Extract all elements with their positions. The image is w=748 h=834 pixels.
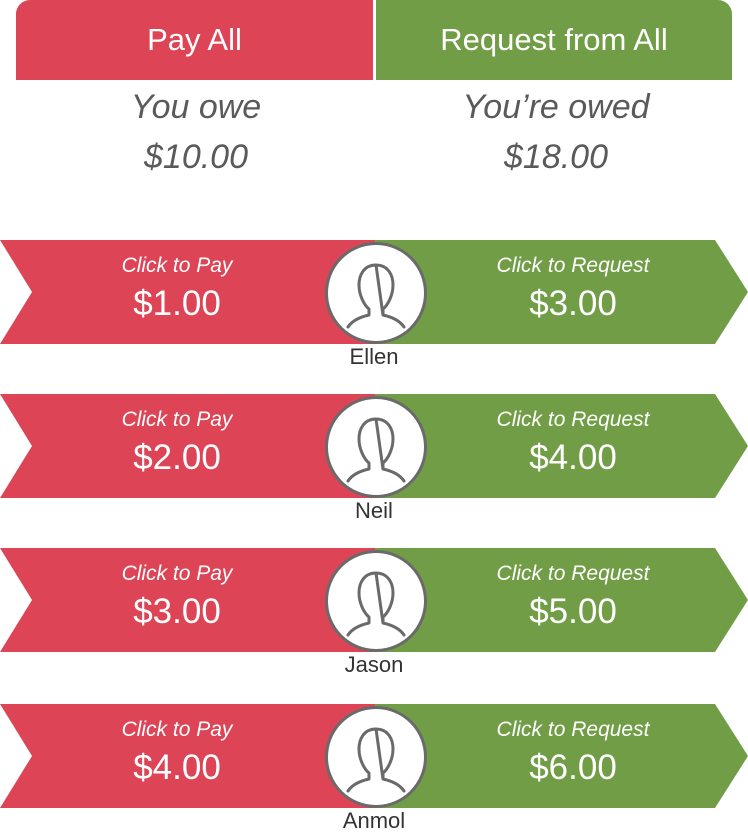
request-amount: $5.00 <box>529 592 617 631</box>
youre-owed-label: You’re owed <box>462 88 650 126</box>
you-owe-amount: $10.00 <box>144 138 248 176</box>
you-owe-label: You owe <box>130 88 262 126</box>
person-silhouette-icon <box>346 417 406 483</box>
person-row: Click to Pay $1.00 Click to Request $3.0… <box>0 240 748 370</box>
request-from-all-button[interactable]: Request from All <box>376 0 732 80</box>
person-row: Click to Pay $2.00 Click to Request $4.0… <box>0 394 748 524</box>
request-amount: $3.00 <box>529 284 617 323</box>
you-owe-summary: You owe $10.00 <box>16 82 376 182</box>
request-caption: Click to Request <box>496 718 650 741</box>
avatar <box>325 706 427 808</box>
pay-caption: Click to Pay <box>121 408 233 431</box>
person-row: Click to Pay $3.00 Click to Request $5.0… <box>0 548 748 678</box>
avatar <box>325 242 427 344</box>
person-name: Ellen <box>349 344 399 369</box>
pay-all-label: Pay All <box>147 22 242 57</box>
request-button[interactable]: Click to Request $3.00 <box>375 240 748 344</box>
youre-owed-amount: $18.00 <box>504 138 608 176</box>
person-silhouette-icon <box>346 263 406 329</box>
person-silhouette-icon <box>346 571 406 637</box>
pay-all-button[interactable]: Pay All <box>16 0 373 80</box>
request-amount: $4.00 <box>529 438 617 477</box>
pay-amount: $4.00 <box>133 748 221 787</box>
pay-caption: Click to Pay <box>121 718 233 741</box>
pay-caption: Click to Pay <box>121 562 233 585</box>
person-name: Anmol <box>342 808 406 833</box>
person-row: Click to Pay $4.00 Click to Request $6.0… <box>0 704 748 834</box>
request-caption: Click to Request <box>496 408 650 431</box>
request-amount: $6.00 <box>529 748 617 787</box>
request-caption: Click to Request <box>496 254 650 277</box>
pay-caption: Click to Pay <box>121 254 233 277</box>
request-button[interactable]: Click to Request $5.00 <box>375 548 748 652</box>
pay-amount: $2.00 <box>133 438 221 477</box>
request-from-all-label: Request from All <box>440 22 668 57</box>
person-silhouette-icon <box>346 727 406 793</box>
request-button[interactable]: Click to Request $6.00 <box>375 704 748 808</box>
avatar <box>325 550 427 652</box>
request-caption: Click to Request <box>496 562 650 585</box>
request-button[interactable]: Click to Request $4.00 <box>375 394 748 498</box>
youre-owed-summary: You’re owed $18.00 <box>376 82 736 182</box>
avatar <box>325 396 427 498</box>
pay-amount: $3.00 <box>133 592 221 631</box>
person-name: Neil <box>355 498 393 523</box>
pay-amount: $1.00 <box>133 284 221 323</box>
person-name: Jason <box>344 652 404 677</box>
